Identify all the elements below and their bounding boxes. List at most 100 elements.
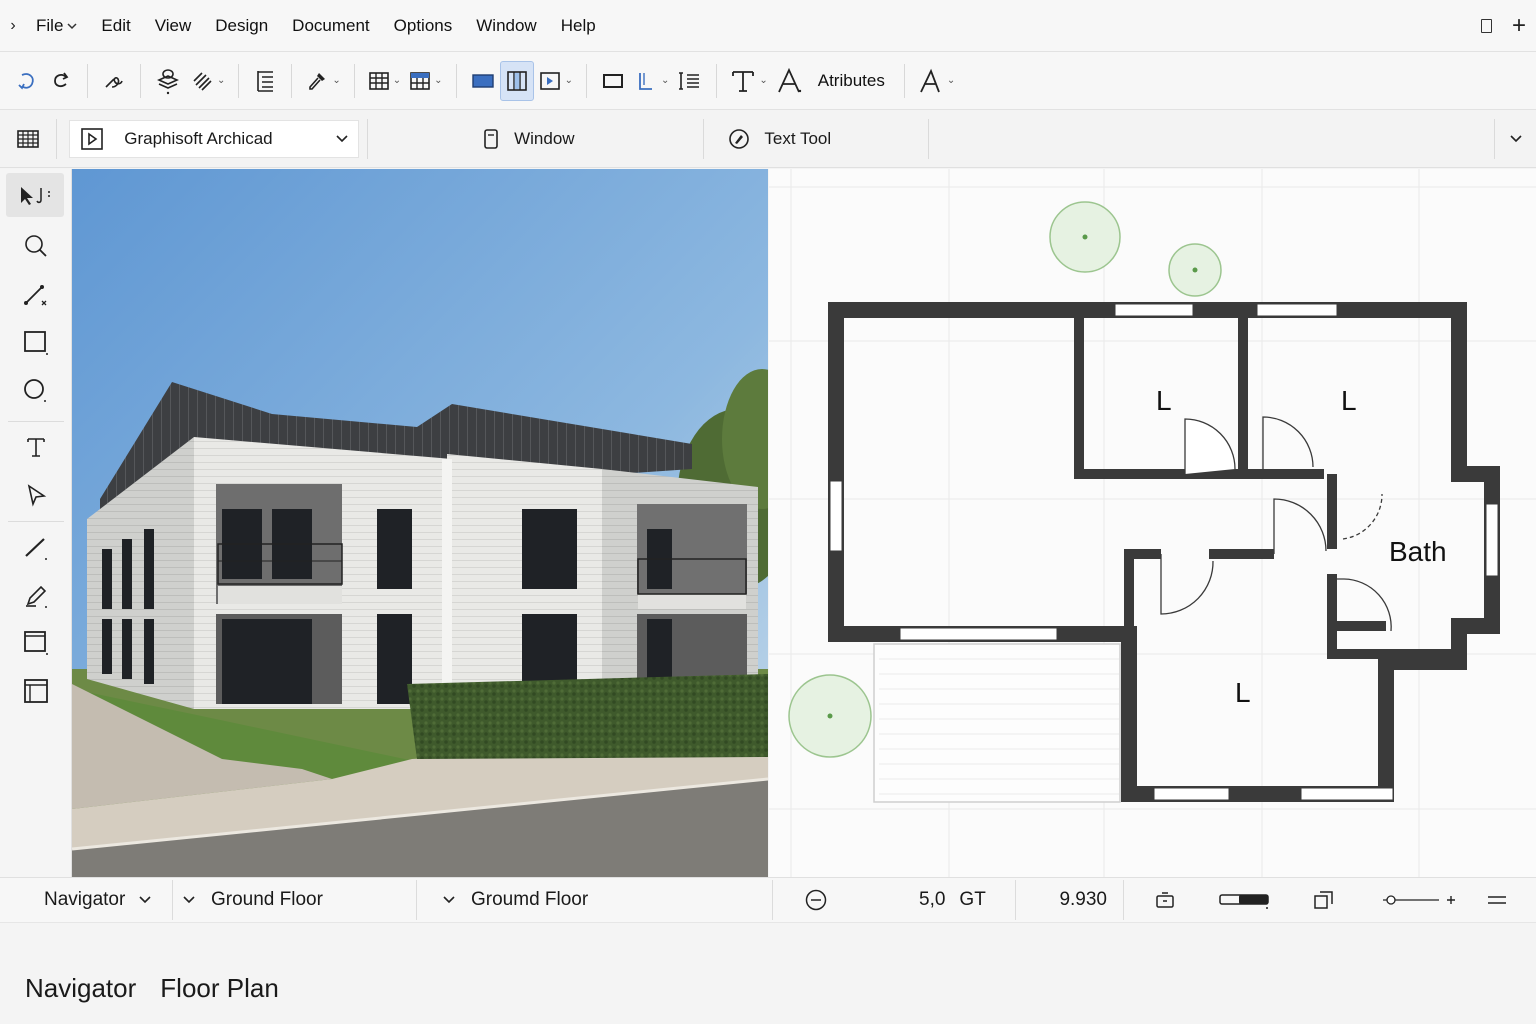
measure-tool[interactable]	[0, 273, 72, 317]
text-tool-label: Text Tool	[764, 128, 832, 148]
rectangle-tool[interactable]	[0, 321, 72, 365]
attributes-button[interactable]: Atributes	[808, 71, 895, 91]
view-options-button[interactable]	[1284, 877, 1364, 923]
zoom-tool[interactable]	[0, 224, 72, 268]
dropdown-arrow-icon: ⌄	[946, 75, 956, 86]
bottom-tabs: Navigator Floor Plan	[0, 952, 1536, 1024]
window-tool[interactable]	[0, 669, 72, 713]
dimension-button[interactable]: ⌄	[630, 61, 673, 101]
tray-icon	[1156, 892, 1174, 908]
line-tool[interactable]	[0, 526, 72, 570]
menu-help[interactable]: Help	[549, 0, 608, 52]
app-selector-dropdown[interactable]: Graphisoft Archicad	[69, 119, 360, 158]
document-icon	[484, 128, 498, 149]
tab-floor-plan[interactable]: Floor Plan	[160, 973, 279, 1004]
undo-icon	[18, 72, 34, 90]
app-selector-label: Graphisoft Archicad	[124, 128, 273, 148]
chevron-down-icon	[67, 22, 77, 29]
arrow-pointer-icon	[21, 187, 50, 205]
chevron-down-icon	[336, 134, 348, 142]
divider	[56, 118, 58, 159]
floor-selector-1[interactable]: Ground Floor	[173, 877, 416, 923]
menu-document[interactable]: Document	[280, 0, 381, 52]
chevron-right-icon[interactable]: ›	[2, 17, 24, 35]
floor-plan-view[interactable]: L L Bath L	[769, 169, 1536, 877]
grid-view-button[interactable]	[0, 129, 56, 149]
zoom-slider[interactable]	[1364, 877, 1474, 923]
circle-icon	[24, 379, 46, 402]
archicad-window: › File Edit View Design Document Options…	[0, 0, 1536, 1024]
label-tool[interactable]	[0, 473, 72, 517]
split-view-button[interactable]	[499, 60, 534, 101]
navigator-dropdown[interactable]: Navigator	[0, 877, 172, 923]
menu-view[interactable]: View	[143, 0, 204, 52]
3d-view[interactable]	[72, 169, 768, 877]
rectangle-button[interactable]	[596, 61, 630, 101]
pen-set-button[interactable]	[1206, 877, 1284, 923]
arrow-tool[interactable]	[6, 173, 64, 217]
more-options-dropdown[interactable]	[1495, 134, 1536, 143]
slab-icon	[24, 631, 48, 655]
rectangle-icon	[24, 331, 48, 355]
window-controls: +	[1480, 0, 1536, 52]
menu-file[interactable]: File	[24, 0, 89, 52]
floor-plan-drawing: L L Bath L	[769, 169, 1536, 877]
scale-control[interactable]: 5,0 GT	[773, 877, 1015, 923]
layout-book-button[interactable]	[248, 61, 282, 101]
font-style-button[interactable]: ⌄	[914, 61, 959, 101]
toolbar-separator	[455, 63, 457, 98]
schedule-button[interactable]: ⌄	[405, 61, 446, 101]
room-label: L	[1341, 385, 1357, 416]
pipette-button[interactable]: ⌄	[301, 61, 344, 101]
menu-bar: › File Edit View Design Document Options…	[0, 0, 1536, 52]
scale-value: 5,0	[919, 889, 946, 910]
toolbar-separator	[238, 63, 240, 98]
magic-wand-button[interactable]	[97, 61, 131, 101]
menu-window[interactable]: Window	[464, 0, 548, 52]
new-window-plus-icon[interactable]: +	[1512, 14, 1526, 38]
window-label: Window	[514, 128, 575, 148]
rectangle-icon	[602, 73, 623, 88]
status-menu-button[interactable]	[1474, 877, 1519, 923]
dropdown-arrow-icon: ⌄	[564, 75, 573, 86]
text-align-button[interactable]	[673, 61, 707, 101]
slab-tool[interactable]	[0, 621, 72, 665]
menu-edit[interactable]: Edit	[89, 0, 142, 52]
layer-button[interactable]	[1124, 877, 1206, 923]
play-view-button[interactable]: ⌄	[534, 61, 577, 101]
menu-options[interactable]: Options	[382, 0, 465, 52]
text-align-icon	[679, 71, 700, 90]
toolbar-separator	[353, 63, 355, 98]
pencil-tool[interactable]	[0, 574, 72, 618]
play-frame-icon	[539, 71, 560, 90]
room-label: L	[1156, 385, 1172, 416]
palette-separator	[8, 421, 64, 422]
restore-window-icon[interactable]	[1480, 19, 1492, 33]
floor-selector-2[interactable]: Groumd Floor	[417, 877, 772, 923]
table-button[interactable]: ⌄	[364, 61, 405, 101]
undo-button[interactable]	[10, 61, 44, 101]
split-view-icon	[506, 70, 527, 91]
redo-button[interactable]	[44, 61, 78, 101]
coordinate-readout: 9.930	[1016, 877, 1123, 923]
layer-combination-button[interactable]	[150, 61, 186, 101]
menu-design[interactable]: Design	[203, 0, 280, 52]
text-tool[interactable]	[0, 425, 72, 469]
dropdown-arrow-icon: ⌄	[392, 75, 402, 86]
font-button[interactable]	[772, 61, 808, 101]
text-tool-selector[interactable]: Text Tool	[704, 128, 928, 150]
floor-label-1: Ground Floor	[211, 889, 323, 910]
window-blue-icon	[471, 73, 494, 88]
hatch-button[interactable]: ⌄	[186, 61, 229, 101]
text-style-button[interactable]: ⌄	[726, 61, 771, 101]
circle-tool[interactable]	[0, 369, 72, 413]
divider	[928, 118, 930, 159]
toolbar-separator	[140, 63, 141, 98]
window-selector[interactable]: Window	[368, 128, 703, 150]
toolbar-separator	[903, 63, 905, 98]
tab-navigator[interactable]: Navigator	[25, 973, 136, 1004]
scale-unit: GT	[959, 889, 986, 910]
font-a-icon	[920, 68, 940, 92]
view-3d-button[interactable]	[466, 61, 500, 101]
building-rendering	[72, 169, 768, 877]
